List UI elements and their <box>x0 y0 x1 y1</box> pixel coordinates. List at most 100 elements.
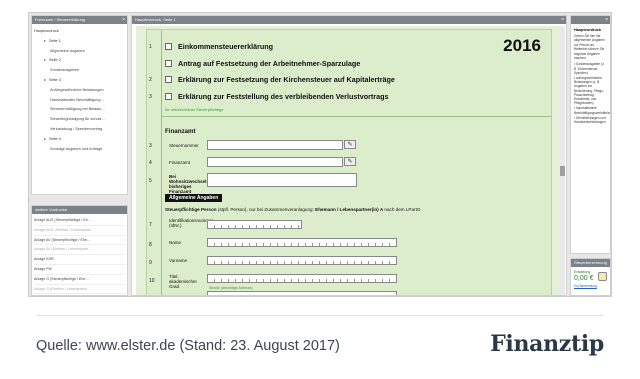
close-icon[interactable]: × <box>605 16 608 24</box>
line-number: 3 <box>149 143 152 149</box>
nav-item[interactable]: Außergewöhnliche Belastungen <box>34 86 125 96</box>
additional-form-item[interactable]: Anlage AUS (Steuerpflichtige / Eh… <box>34 216 125 226</box>
pencil-icon[interactable]: ✎ <box>344 140 356 149</box>
brand-logo: Finanztip <box>490 331 604 357</box>
document-title: Hauptvordruck, Seite 1 <box>135 17 176 22</box>
help-bullet-text: Dienstleistungen und Handwerkerleistunge… <box>574 115 606 125</box>
document-body: 2016 1 Einkommensteuererklärung Antrag a… <box>136 26 561 295</box>
close-icon[interactable]: × <box>122 16 125 24</box>
additional-form-item[interactable]: Anlage AV (Steuerpflichtige / Ehe… <box>34 236 125 246</box>
nav-item-label: Seite 2 <box>49 58 61 63</box>
help-bullet-text: außergewöhnliche Belastungen (z. B. Anga… <box>574 76 604 106</box>
nav-item[interactable]: Steuerbegünstigung für schutz… <box>34 115 125 125</box>
option-loss-carryforward[interactable]: Erklärung zur Feststellung des verbleibe… <box>165 92 389 101</box>
nav-item-label: Sonderausgaben <box>50 68 79 73</box>
nav-item[interactable]: ▸ Seite 1 <box>34 37 125 47</box>
additional-form-item[interactable]: Anlage KAP (Steuerpflichtige / Eh… <box>34 294 125 296</box>
help-bullet-text: Sonderausgaben (z. B. Kirchensteuer, Spe… <box>574 62 605 75</box>
option-church-tax[interactable]: Erklärung zur Festsetzung der Kirchenste… <box>165 75 395 84</box>
option-label: Erklärung zur Feststellung des verbleibe… <box>178 92 389 101</box>
checkbox[interactable] <box>165 60 172 67</box>
nav-item-label: Seite 4 <box>49 136 61 141</box>
nav-item-label: Seite 1 <box>49 38 61 43</box>
subtitle-bold2: Ehemann / Lebenspartner(in) A <box>315 207 384 212</box>
help-bullet: • haushaltsnahe Beschäftigungsverhältnis… <box>574 106 610 114</box>
line-number: 2 <box>149 77 152 83</box>
nav-item[interactable]: Sonstige Angaben und Anträge <box>34 145 125 155</box>
line-number: 3 <box>149 94 152 100</box>
checkbox[interactable] <box>165 43 172 50</box>
taxpayer-hint: für unbeschränkt Steuerpflichtige <box>165 107 224 112</box>
option-label: Antrag auf Festsetzung der Arbeitnehmer-… <box>178 59 361 68</box>
subtitle-rest: (stpfl. Person), nur bei Zusammenveranla… <box>217 207 314 212</box>
calc-panel-header: Steuerberechnung <box>571 259 610 267</box>
pencil-icon[interactable]: ✎ <box>344 157 356 166</box>
nav-item-label: Außergewöhnliche Belastungen <box>50 87 104 92</box>
document-header: Hauptvordruck, Seite 1 × <box>132 16 566 24</box>
finanzamt-title: Finanzamt <box>165 128 196 135</box>
nav-tree: Hauptvordruck ▸ Seite 1 Allgemeine Angaben ▸… <box>32 24 127 157</box>
tax-number-input[interactable] <box>207 140 343 150</box>
calculation-link[interactable]: Zur Berechnung <box>571 283 610 289</box>
document-scrollbar[interactable] <box>560 26 565 295</box>
nav-item[interactable]: Steuerermäßigung bei Belastu… <box>34 105 125 115</box>
previous-finanzamt-input[interactable] <box>207 173 357 187</box>
additional-form-item[interactable]: Anlage G (Ehefrau / Lebenspartn… <box>34 285 125 295</box>
additional-form-item[interactable]: Anlage AUS (Ehefrau / Lebenspartn… <box>34 226 125 236</box>
subtitle-tail: nach dem LPartG <box>384 207 421 212</box>
nav-item-label: Allgemeine Angaben <box>50 48 85 53</box>
title-input[interactable] <box>207 274 397 283</box>
additional-form-item[interactable]: Anlage G (Steuerpflichtige / Ehe… <box>34 275 125 285</box>
general-info-header: Allgemeine Angaben <box>165 194 223 202</box>
nav-item[interactable]: ▸ Seite 4 <box>34 135 125 145</box>
additional-form-item[interactable]: Anlage AV (Ehefrau / Lebenspartn… <box>34 245 125 256</box>
nav-item[interactable]: Hauptvordruck <box>34 27 125 37</box>
checkbox[interactable] <box>165 93 172 100</box>
app-window: Formulare / Steuererklärung × Hauptvordr… <box>28 12 612 297</box>
scrollbar-thumb[interactable] <box>560 166 565 176</box>
line-number: 1 <box>149 44 152 50</box>
help-bullet: • Dienstleistungen und Handwerkerleistun… <box>574 116 607 124</box>
help-title: Hauptvordruck <box>574 28 602 32</box>
id-number-input[interactable] <box>207 220 302 229</box>
street-input[interactable] <box>207 291 397 295</box>
nav-item[interactable]: Allgemeine Angaben <box>34 47 125 57</box>
nav-item-label: Seite 3 <box>49 77 61 82</box>
finanzamt-input[interactable] <box>207 157 343 167</box>
nav-item-label: Steuerbegünstigung für schutz… <box>50 117 106 122</box>
name-input[interactable] <box>207 238 397 247</box>
finanzamt-label: Finanzamt <box>169 160 191 165</box>
form-navigation-panel: Formulare / Steuererklärung × Hauptvordr… <box>31 15 128 195</box>
previous-finanzamt-label: Bei Wohnsitzwechsel: bisheriges Finanzam… <box>169 174 208 194</box>
option-savings-allowance[interactable]: Antrag auf Festsetzung der Arbeitnehmer-… <box>165 59 360 68</box>
first-name-input[interactable] <box>207 256 397 265</box>
additional-forms-list: Anlage AUS (Steuerpflichtige / Eh… Anlage… <box>32 214 127 296</box>
line-number: 7 <box>149 222 152 228</box>
nav-item[interactable]: Verlustabzug / Spendenvortrag <box>34 125 125 135</box>
close-icon[interactable]: × <box>561 16 564 24</box>
checkbox[interactable] <box>165 76 172 83</box>
help-bullet-list: • Sonderausgaben (z. B. Kirchensteuer, S… <box>571 60 610 127</box>
subtitle-bold: Steuerpflichtige Person <box>165 207 217 212</box>
line-number: 8 <box>149 242 152 248</box>
id-number-label: Identifikationsnummer (IdNr.) <box>169 218 214 228</box>
taxpayer-subtitle: Steuerpflichtige Person (stpfl. Person),… <box>165 207 420 212</box>
nav-item-label: Steuerermäßigung bei Belastu… <box>50 107 106 112</box>
nav-item[interactable]: Sonderausgaben <box>34 66 125 76</box>
nav-item[interactable]: Haushaltsnahe Beschäftigung… <box>34 96 125 106</box>
secondary-panel-title: weitere Vordrucke <box>35 207 68 212</box>
first-name-label: Vorname <box>169 258 188 263</box>
line-number: 5 <box>149 178 152 184</box>
option-label: Erklärung zur Festsetzung der Kirchenste… <box>178 75 395 84</box>
document-panel: Hauptvordruck, Seite 1 × 2016 1 Einkomme… <box>131 15 567 296</box>
help-text: Geben Sie hier die allgemeinen Angaben z… <box>574 34 605 61</box>
calculator-icon[interactable] <box>598 272 607 281</box>
additional-form-item[interactable]: Anlage EÜR <box>34 255 125 265</box>
additional-form-item[interactable]: Anlage FW <box>34 265 125 275</box>
option-income-tax[interactable]: Einkommensteuererklärung <box>165 42 273 51</box>
nav-item[interactable]: ▸ Seite 3 <box>34 76 125 86</box>
nav-panel-title: Formulare / Steuererklärung <box>35 17 86 22</box>
additional-forms-panel: weitere Vordrucke Anlage AUS (Steuerpfli… <box>31 205 128 296</box>
nav-item[interactable]: ▸ Seite 2 <box>34 56 125 66</box>
tax-year: 2016 <box>503 36 541 55</box>
